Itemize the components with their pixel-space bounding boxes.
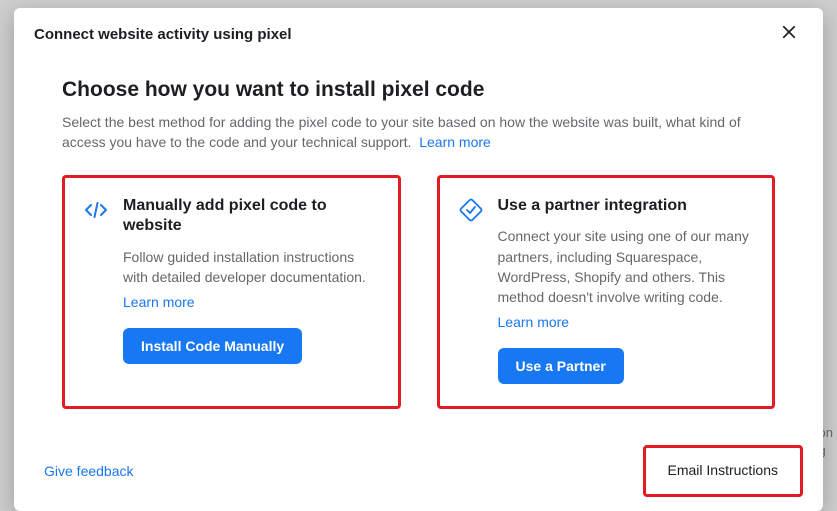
install-code-manually-button[interactable]: Install Code Manually bbox=[123, 328, 302, 364]
card-manual-title: Manually add pixel code to website bbox=[123, 196, 380, 238]
close-icon bbox=[780, 23, 798, 46]
card-manual-install[interactable]: Manually add pixel code to website Follo… bbox=[62, 175, 401, 409]
page-heading: Choose how you want to install pixel cod… bbox=[62, 78, 775, 102]
card-partner-title: Use a partner integration bbox=[498, 196, 755, 217]
card-manual-learn-more[interactable]: Learn more bbox=[123, 294, 195, 310]
close-button[interactable] bbox=[775, 20, 803, 48]
card-partner-body: Use a partner integration Connect your s… bbox=[498, 196, 755, 384]
subheading-text: Select the best method for adding the pi… bbox=[62, 114, 741, 150]
learn-more-link[interactable]: Learn more bbox=[419, 134, 491, 150]
handshake-icon bbox=[458, 196, 484, 222]
page-subheading: Select the best method for adding the pi… bbox=[62, 112, 775, 153]
modal-header: Connect website activity using pixel bbox=[14, 8, 823, 58]
card-manual-body: Manually add pixel code to website Follo… bbox=[123, 196, 380, 384]
code-icon bbox=[83, 196, 109, 222]
modal-content: Choose how you want to install pixel cod… bbox=[14, 58, 823, 409]
give-feedback-link[interactable]: Give feedback bbox=[34, 463, 134, 479]
card-partner-integration[interactable]: Use a partner integration Connect your s… bbox=[437, 175, 776, 409]
use-a-partner-button[interactable]: Use a Partner bbox=[498, 348, 624, 384]
email-instructions-box: Email Instructions bbox=[643, 445, 803, 497]
card-manual-desc: Follow guided installation instructions … bbox=[123, 247, 380, 288]
modal-title: Connect website activity using pixel bbox=[34, 26, 292, 43]
option-cards: Manually add pixel code to website Follo… bbox=[62, 175, 775, 409]
card-partner-desc: Connect your site using one of our many … bbox=[498, 226, 755, 307]
email-instructions-button[interactable]: Email Instructions bbox=[668, 462, 778, 478]
modal-footer: Give feedback Email Instructions bbox=[34, 445, 803, 497]
install-pixel-modal: Connect website activity using pixel Cho… bbox=[14, 8, 823, 511]
card-partner-learn-more[interactable]: Learn more bbox=[498, 314, 570, 330]
